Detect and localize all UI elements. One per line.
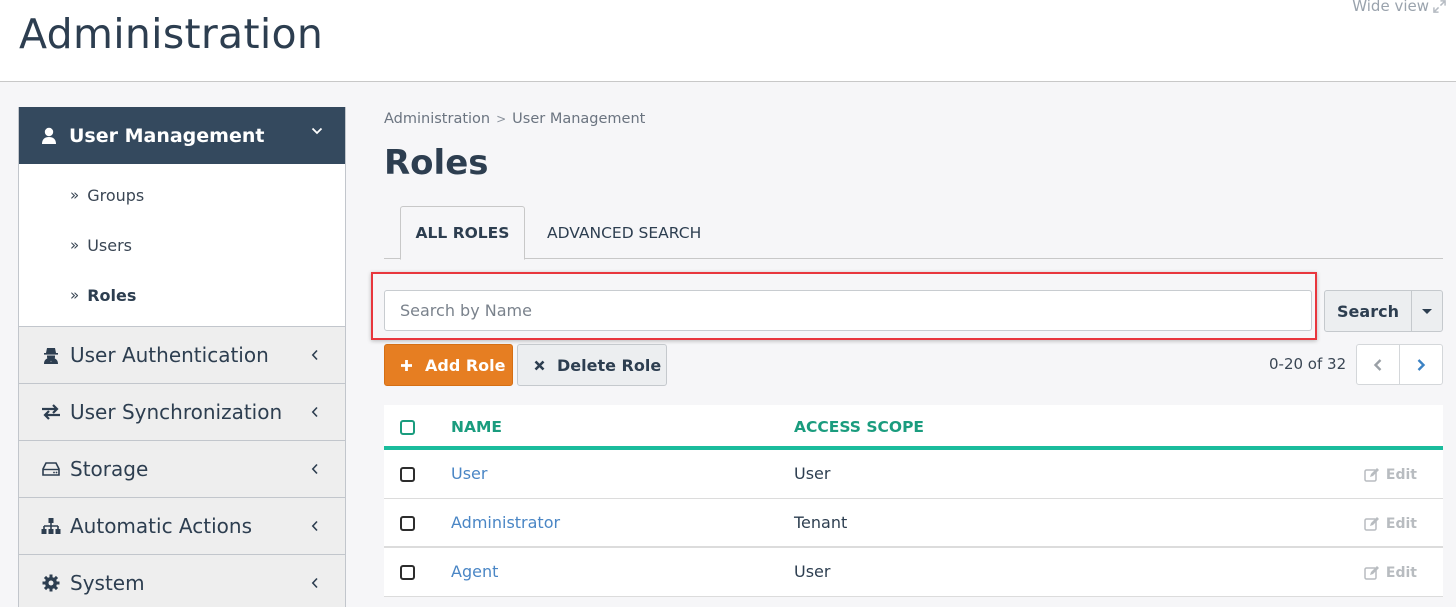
user-icon	[42, 127, 56, 144]
search-options-dropdown[interactable]	[1412, 291, 1442, 331]
tab-all-roles[interactable]: ALL ROLES	[400, 206, 525, 260]
expand-icon	[1433, 0, 1446, 13]
exchange-icon	[41, 402, 61, 422]
role-access-scope: User	[794, 562, 831, 581]
chevron-left-icon	[311, 577, 318, 589]
chevron-left-icon	[311, 463, 318, 475]
role-access-scope: User	[794, 464, 831, 483]
add-role-button[interactable]: Add Role	[384, 344, 513, 386]
sidebar-item-label: User Authentication	[70, 343, 269, 367]
edit-icon	[1364, 566, 1379, 580]
page-title: Roles	[384, 143, 489, 183]
edit-button[interactable]: Edit	[1364, 565, 1417, 581]
role-name-link[interactable]: User	[451, 464, 487, 483]
sidebar-submenu: » Groups » Users » Roles	[19, 164, 345, 327]
sidebar: User Management » Groups » Users » Roles	[18, 107, 346, 607]
chevron-right-icon: >	[496, 112, 507, 126]
breadcrumb-item-user-management[interactable]: User Management	[512, 111, 645, 127]
sidebar-item-users[interactable]: » Users	[19, 220, 345, 270]
close-icon	[534, 360, 545, 371]
plus-icon	[400, 359, 413, 372]
delete-role-label: Delete Role	[557, 355, 662, 375]
table-row: Administrator Tenant Edit	[384, 499, 1443, 548]
row-checkbox[interactable]	[400, 467, 415, 482]
chevron-down-icon	[311, 127, 323, 135]
row-checkbox[interactable]	[400, 565, 415, 580]
role-name-link[interactable]: Agent	[451, 562, 498, 581]
sidebar-section-user-management[interactable]: User Management	[19, 107, 345, 164]
pagination-info: 0-20 of 32	[1269, 355, 1347, 373]
breadcrumb-item-administration[interactable]: Administration	[384, 111, 490, 127]
sidebar-item-user-authentication[interactable]: User Authentication	[19, 327, 345, 384]
sitemap-icon	[41, 516, 61, 536]
sidebar-item-label: User Synchronization	[70, 400, 283, 424]
user-secret-icon	[41, 345, 61, 365]
double-chevron-icon: »	[70, 186, 80, 204]
sidebar-item-label: System	[70, 571, 145, 595]
select-all-checkbox[interactable]	[400, 420, 415, 435]
table-row: User User Edit	[384, 450, 1443, 499]
sidebar-item-label: Automatic Actions	[70, 514, 252, 538]
sidebar-item-roles[interactable]: » Roles	[19, 270, 345, 320]
edit-icon	[1364, 517, 1379, 531]
sidebar-item-groups[interactable]: » Groups	[19, 170, 345, 220]
sidebar-item-storage[interactable]: Storage	[19, 441, 345, 498]
top-bar: Administration Wide view	[0, 0, 1456, 82]
sidebar-item-user-synchronization[interactable]: User Synchronization	[19, 384, 345, 441]
column-header-access-scope[interactable]: ACCESS SCOPE	[794, 418, 924, 436]
delete-role-button[interactable]: Delete Role	[517, 344, 667, 386]
hdd-icon	[41, 459, 61, 479]
edit-label: Edit	[1385, 516, 1417, 532]
search-button[interactable]: Search	[1325, 291, 1412, 331]
table-header: NAME ACCESS SCOPE	[384, 405, 1443, 450]
edit-icon	[1364, 468, 1379, 482]
tab-bar: ALL ROLES ADVANCED SEARCH	[384, 206, 1443, 260]
next-page-button[interactable]	[1400, 345, 1442, 384]
app-title: Administration	[19, 10, 324, 58]
sidebar-section-label: User Management	[69, 124, 265, 147]
pagination-controls	[1356, 344, 1443, 385]
edit-label: Edit	[1385, 565, 1417, 581]
chevron-left-icon	[1373, 358, 1382, 371]
tab-advanced-search[interactable]: ADVANCED SEARCH	[547, 206, 701, 259]
search-input[interactable]	[384, 290, 1312, 331]
breadcrumb: Administration > User Management	[384, 111, 645, 127]
chevron-left-icon	[311, 406, 318, 418]
sidebar-item-label: Users	[87, 235, 132, 255]
search-button-group: Search	[1324, 290, 1443, 332]
roles-table: NAME ACCESS SCOPE User User Edit Adminis…	[384, 405, 1443, 597]
add-role-label: Add Role	[425, 355, 506, 375]
double-chevron-icon: »	[70, 286, 80, 304]
edit-label: Edit	[1385, 467, 1417, 483]
wide-view-label: Wide view	[1352, 0, 1429, 15]
row-checkbox[interactable]	[400, 516, 415, 531]
column-header-name[interactable]: NAME	[451, 418, 502, 436]
role-name-link[interactable]: Administrator	[451, 513, 560, 532]
sidebar-item-label: Roles	[87, 285, 137, 305]
edit-button[interactable]: Edit	[1364, 467, 1417, 483]
sidebar-item-system[interactable]: System	[19, 555, 345, 607]
sidebar-item-label: Groups	[87, 185, 145, 205]
double-chevron-icon: »	[70, 236, 80, 254]
caret-down-icon	[1422, 308, 1432, 314]
chevron-right-icon	[1417, 358, 1426, 371]
chevron-left-icon	[311, 520, 318, 532]
previous-page-button[interactable]	[1357, 345, 1400, 384]
wide-view-toggle[interactable]: Wide view	[1352, 0, 1446, 15]
chevron-left-icon	[311, 349, 318, 361]
sidebar-item-label: Storage	[70, 457, 149, 481]
table-row: Agent User Edit	[384, 548, 1443, 597]
role-access-scope: Tenant	[794, 513, 848, 532]
gear-icon	[41, 573, 61, 593]
sidebar-item-automatic-actions[interactable]: Automatic Actions	[19, 498, 345, 555]
edit-button[interactable]: Edit	[1364, 516, 1417, 532]
